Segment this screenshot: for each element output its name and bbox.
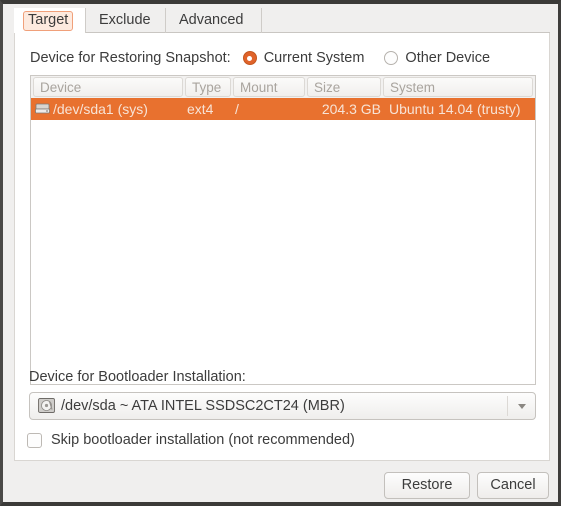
- cancel-button[interactable]: Cancel: [477, 472, 549, 499]
- restore-button[interactable]: Restore: [384, 472, 470, 499]
- tab-exclude[interactable]: Exclude: [86, 8, 166, 33]
- tab-target-label: Target: [23, 11, 74, 31]
- skip-bootloader-label: Skip bootloader installation (not recomm…: [51, 432, 355, 448]
- table-row[interactable]: /dev/sda1 (sys) ext4 / 204.3 GB Ubuntu 1…: [31, 98, 535, 120]
- device-list-rows: /dev/sda1 (sys) ext4 / 204.3 GB Ubuntu 1…: [31, 98, 535, 120]
- combo-separator: [507, 396, 508, 416]
- radio-other-device-label: Other Device: [405, 50, 491, 66]
- tab-bar: Target Exclude Advanced: [14, 8, 550, 34]
- hard-drive-icon: [38, 398, 55, 413]
- tab-target[interactable]: Target: [14, 8, 86, 34]
- cell-device: /dev/sda1 (sys): [53, 101, 148, 117]
- skip-bootloader-row[interactable]: Skip bootloader installation (not recomm…: [27, 432, 355, 448]
- restore-device-label: Device for Restoring Snapshot:: [30, 50, 231, 66]
- restore-device-row: Device for Restoring Snapshot: Current S…: [30, 48, 490, 68]
- column-header-mount[interactable]: Mount: [233, 77, 305, 97]
- cell-type: ext4: [187, 101, 214, 117]
- cell-size: 204.3 GB: [321, 101, 381, 117]
- cell-mount: /: [235, 101, 239, 117]
- column-header-device[interactable]: Device: [33, 77, 183, 97]
- column-header-size[interactable]: Size: [307, 77, 381, 97]
- tab-advanced[interactable]: Advanced: [166, 8, 262, 33]
- radio-current-system-label: Current System: [263, 50, 365, 66]
- radio-current-system[interactable]: Current System: [242, 50, 365, 66]
- bootloader-label: Device for Bootloader Installation:: [29, 369, 246, 385]
- radio-other-device-indicator[interactable]: [384, 51, 399, 65]
- radio-current-system-indicator[interactable]: [242, 51, 257, 65]
- column-header-type[interactable]: Type: [185, 77, 231, 97]
- bootloader-device-value: /dev/sda ~ ATA INTEL SSDSC2CT24 (MBR): [61, 398, 345, 414]
- bootloader-device-select[interactable]: /dev/sda ~ ATA INTEL SSDSC2CT24 (MBR): [29, 392, 536, 420]
- cell-system: Ubuntu 14.04 (trusty): [389, 101, 521, 117]
- device-list-header: Device Type Mount Size System: [31, 76, 535, 98]
- disk-icon: [35, 103, 50, 114]
- restore-dialog-window: Target Exclude Advanced Device for Resto…: [0, 0, 561, 506]
- chevron-down-icon[interactable]: [518, 404, 526, 409]
- skip-bootloader-checkbox[interactable]: [27, 432, 42, 448]
- tab-exclude-label: Exclude: [99, 12, 151, 28]
- tab-advanced-label: Advanced: [179, 12, 244, 28]
- column-header-system[interactable]: System: [383, 77, 533, 97]
- radio-other-device[interactable]: Other Device: [384, 50, 490, 66]
- device-list[interactable]: Device Type Mount Size System /dev/sda1 …: [30, 75, 536, 385]
